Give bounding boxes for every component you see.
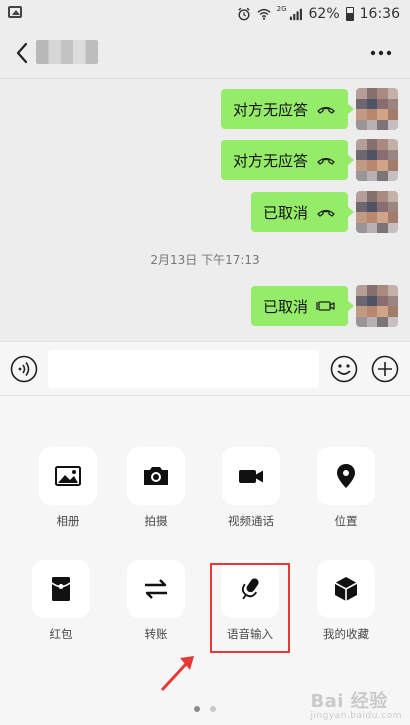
- tile-label: 我的收藏: [323, 627, 369, 641]
- tile-transfer-box[interactable]: [127, 560, 185, 618]
- message-text: 已取消: [262, 297, 308, 316]
- tile-video-call-box[interactable]: [222, 447, 280, 505]
- signal-icon: [289, 8, 302, 21]
- message-row: 对方无应答: [220, 88, 398, 130]
- contact-name-blurred: [36, 40, 98, 64]
- avatar[interactable]: [356, 88, 398, 130]
- message-row: 对方无应答: [220, 139, 398, 181]
- chat-timestamp: 2月13日 下午17:13: [150, 253, 260, 267]
- tile-favorites[interactable]: 我的收藏: [308, 560, 384, 642]
- watermark-logo: Bai 经验 jingyan.baidu.com: [310, 687, 402, 721]
- avatar[interactable]: [356, 285, 398, 327]
- phone-hangup-icon: [317, 157, 335, 165]
- status-bar: 2G 62% 16:36: [0, 0, 410, 28]
- watermark-sub: jingyan.baidu.com: [310, 711, 402, 721]
- wifi-icon: [257, 8, 271, 20]
- page-dot[interactable]: [210, 706, 216, 712]
- message-bubble[interactable]: 对方无应答: [220, 140, 355, 180]
- highlight-box-annotation: [210, 563, 290, 653]
- phone-hangup-icon: [317, 106, 335, 114]
- tile-video-call[interactable]: 视频通话: [213, 447, 289, 529]
- tile-photos[interactable]: 相册: [30, 447, 106, 529]
- tile-red-envelope-box[interactable]: [32, 560, 90, 618]
- message-text: 对方无应答: [232, 151, 308, 170]
- avatar[interactable]: [356, 139, 398, 181]
- input-bar: [0, 341, 410, 396]
- page-dot-active[interactable]: [194, 706, 200, 712]
- emoji-icon[interactable]: [330, 355, 358, 383]
- message-bubble[interactable]: 对方无应答: [220, 89, 355, 129]
- tile-red-envelope[interactable]: 红包: [23, 560, 99, 642]
- video-call-icon: [316, 301, 335, 311]
- message-bubble[interactable]: 已取消: [250, 192, 355, 232]
- transfer-arrows-icon: [145, 579, 167, 599]
- tile-camera-box[interactable]: [127, 447, 185, 505]
- tile-label: 红包: [49, 627, 73, 641]
- camera-icon: [144, 467, 168, 485]
- tile-label: 拍摄: [144, 514, 168, 528]
- status-time: 16:36: [359, 6, 400, 22]
- battery-percent: 62%: [308, 6, 340, 22]
- battery-icon: [345, 7, 354, 21]
- message-text: 已取消: [262, 203, 308, 222]
- tile-camera[interactable]: 拍摄: [118, 447, 194, 529]
- red-envelope-icon: [51, 577, 71, 601]
- tile-favorites-box[interactable]: [317, 560, 375, 618]
- tile-location-box[interactable]: [317, 447, 375, 505]
- status-indicators: 2G 62% 16:36: [237, 5, 400, 23]
- tile-transfer[interactable]: 转账: [118, 560, 194, 642]
- tile-label: 相册: [56, 514, 80, 528]
- message-text: 对方无应答: [232, 100, 308, 119]
- alarm-icon: [237, 7, 250, 21]
- voice-toggle-icon[interactable]: [10, 355, 38, 383]
- plus-icon[interactable]: [371, 355, 399, 383]
- photo-icon: [55, 466, 81, 486]
- favorites-cube-icon: [334, 577, 358, 601]
- back-arrow-icon[interactable]: [12, 40, 34, 66]
- location-pin-icon: [337, 464, 355, 488]
- avatar[interactable]: [356, 191, 398, 233]
- message-bubble[interactable]: 已取消: [250, 286, 355, 326]
- chat-area[interactable]: 对方无应答 对方无应答 已取消 2月13日 下午17:13 已取消: [0, 79, 410, 341]
- chat-header: [0, 28, 410, 78]
- tile-label: 转账: [144, 627, 168, 641]
- message-row: 已取消: [250, 191, 398, 233]
- tile-photos-box[interactable]: [39, 447, 97, 505]
- tile-label: 位置: [334, 514, 358, 528]
- watermark-text: Bai 经验: [310, 691, 388, 712]
- network-type: 2G: [276, 5, 287, 13]
- phone-hangup-icon: [317, 209, 335, 217]
- annotation-arrow-icon: [160, 656, 194, 692]
- more-dots-icon[interactable]: [366, 40, 396, 66]
- tile-location[interactable]: 位置: [308, 447, 384, 529]
- video-camera-icon: [239, 470, 263, 483]
- message-input[interactable]: [48, 350, 319, 388]
- message-row: 已取消: [250, 285, 398, 327]
- tile-label: 视频通话: [228, 514, 274, 528]
- image-icon: [8, 6, 22, 18]
